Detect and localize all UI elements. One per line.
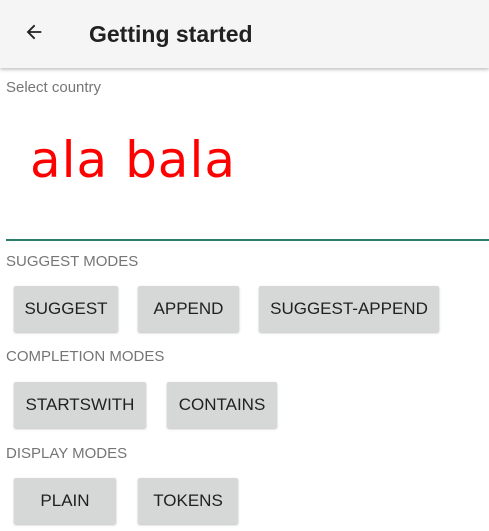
app-bar: Getting started [0,0,489,68]
plain-button[interactable]: PLAIN [14,478,116,524]
suggest-button[interactable]: SUGGEST [14,286,118,332]
suggest-modes-header: SUGGEST MODES [6,253,139,270]
tokens-button[interactable]: TOKENS [138,478,238,524]
completion-modes-header: COMPLETION MODES [6,348,165,365]
country-input-underline [6,239,489,241]
startswith-button[interactable]: STARTSWITH [14,382,146,428]
display-modes-header: DISPLAY MODES [6,445,128,462]
arrow-back-icon [23,21,45,48]
back-button[interactable] [14,14,54,54]
append-button[interactable]: APPEND [138,286,239,332]
contains-button[interactable]: CONTAINS [167,382,277,428]
country-input[interactable]: ala bala [30,132,236,188]
page-title: Getting started [89,21,253,47]
suggest-append-button[interactable]: SUGGEST-APPEND [259,286,439,332]
country-field-label: Select country [6,79,102,96]
